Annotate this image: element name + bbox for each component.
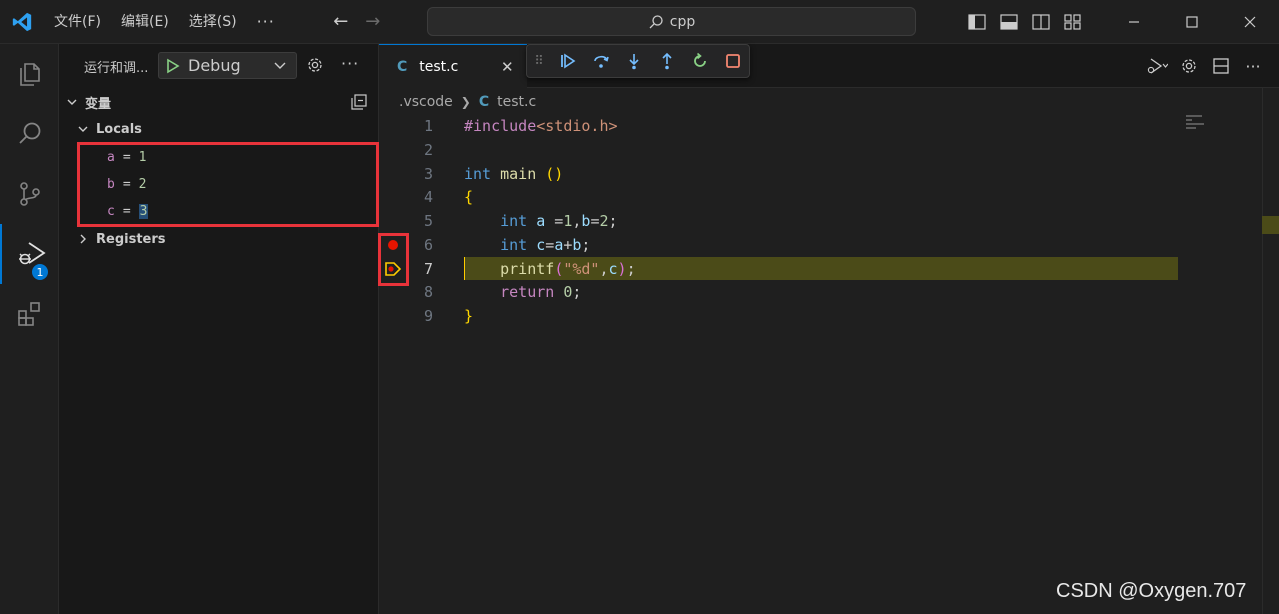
maximize-icon[interactable]: [1163, 0, 1221, 44]
menu-selection[interactable]: 选择(S): [179, 7, 247, 37]
minimap[interactable]: [1186, 115, 1206, 133]
forward-arrow-icon[interactable]: →: [357, 11, 389, 32]
line-number: 8: [423, 282, 433, 301]
menu-more-icon[interactable]: ···: [247, 7, 285, 37]
menu-file[interactable]: 文件(F): [44, 7, 111, 37]
window-close-icon[interactable]: [1221, 0, 1279, 44]
editor-tab-bar: C test.c ✕ ···: [379, 44, 1279, 88]
tab-label: test.c: [419, 58, 459, 75]
debug-badge: 1: [30, 262, 50, 282]
chevron-down-icon: [274, 62, 286, 69]
run-debug-sidebar: 运行和调... Debug ··· 变量 Locals a = 1 b = 2 …: [59, 44, 379, 614]
toggle-secondary-sidebar-icon[interactable]: [1025, 7, 1057, 37]
command-center-search[interactable]: cpp: [427, 7, 916, 36]
menu-edit[interactable]: 编辑(E): [111, 7, 179, 37]
code-line-current: 7 printf("%d",c);: [379, 257, 1179, 281]
registers-scope-row[interactable]: Registers: [59, 228, 379, 250]
toggle-primary-sidebar-icon[interactable]: [961, 7, 993, 37]
stop-icon[interactable]: [716, 46, 749, 76]
step-out-icon[interactable]: [650, 46, 683, 76]
code-line: 5 int a =1,b=2;: [379, 209, 1179, 233]
code-line: 1 #include<stdio.h>: [379, 114, 1179, 138]
search-icon: [649, 14, 663, 28]
c-file-icon: C: [397, 58, 408, 75]
variables-header-label: 变量: [85, 96, 112, 112]
extensions-icon[interactable]: [0, 284, 59, 344]
gear-icon[interactable]: [306, 56, 324, 78]
line-number: 2: [423, 140, 433, 159]
start-debugging-icon[interactable]: [166, 58, 180, 74]
breadcrumb-file[interactable]: test.c: [497, 94, 536, 110]
vscode-logo-icon: [0, 0, 44, 44]
close-icon[interactable]: ✕: [501, 58, 514, 76]
drag-handle-icon[interactable]: ⠿: [527, 54, 551, 69]
activity-bar: 1: [0, 44, 59, 614]
code-line: 9 }: [379, 304, 1179, 328]
restart-icon[interactable]: [683, 46, 716, 76]
sidebar-title: 运行和调...: [84, 60, 149, 76]
breadcrumb: .vscode ❯ C test.c: [399, 92, 536, 112]
code-text: int main (): [464, 164, 564, 183]
chevron-down-icon: [76, 123, 90, 135]
variables-section-header[interactable]: 变量: [59, 91, 379, 113]
locals-scope-row[interactable]: Locals: [59, 118, 379, 140]
scrollbar[interactable]: [1262, 88, 1263, 614]
run-debug-dropdown-icon[interactable]: [1141, 52, 1173, 80]
code-text: #include<stdio.h>: [464, 116, 618, 135]
run-debug-icon[interactable]: 1: [0, 224, 59, 284]
debug-toolbar: ⠿: [526, 44, 750, 78]
step-over-icon[interactable]: [584, 46, 617, 76]
code-line: 2: [379, 138, 1179, 162]
chevron-right-icon: ❯: [460, 95, 471, 109]
tab-test-c[interactable]: C test.c ✕: [379, 44, 527, 88]
locals-label: Locals: [96, 121, 142, 137]
line-number: 9: [423, 306, 433, 325]
more-actions-icon[interactable]: ···: [341, 54, 359, 73]
code-text: {: [464, 187, 474, 206]
chevron-down-icon: [65, 96, 79, 108]
watermark: CSDN @Oxygen.707: [1056, 580, 1247, 602]
collapse-all-icon[interactable]: [351, 94, 367, 114]
annotation-highlight-box: [77, 142, 379, 227]
annotation-highlight-box: [378, 233, 409, 286]
title-bar: 文件(F) 编辑(E) 选择(S) ··· ← → cpp: [0, 0, 1279, 44]
step-into-icon[interactable]: [617, 46, 650, 76]
chevron-right-icon: [76, 233, 90, 245]
line-number: 7: [423, 259, 433, 278]
line-number: 1: [423, 116, 433, 135]
code-line: 3 int main (): [379, 162, 1179, 186]
toggle-panel-icon[interactable]: [993, 7, 1025, 37]
code-editor[interactable]: 1 #include<stdio.h> 2 3 int main () 4 { …: [379, 114, 1179, 614]
c-file-icon: C: [478, 94, 490, 110]
explorer-icon[interactable]: [0, 44, 59, 104]
back-arrow-icon[interactable]: ←: [325, 11, 357, 32]
code-text: int c=a+b;: [500, 235, 591, 254]
debug-config-label: Debug: [188, 56, 241, 75]
search-text: cpp: [669, 13, 696, 30]
split-editor-icon[interactable]: [1205, 52, 1237, 80]
line-number: 3: [423, 164, 433, 183]
minimize-icon[interactable]: [1105, 0, 1163, 44]
gear-icon[interactable]: [1173, 52, 1205, 80]
code-text: }: [464, 306, 474, 325]
continue-icon[interactable]: [551, 46, 584, 76]
search-icon[interactable]: [0, 104, 59, 164]
line-number: 4: [423, 187, 433, 206]
source-control-icon[interactable]: [0, 164, 59, 224]
code-line: 4 {: [379, 185, 1179, 209]
line-number: 6: [423, 235, 433, 254]
minimap-current-line: [1262, 216, 1279, 234]
line-number: 5: [423, 211, 433, 230]
code-line: 6 int c=a+b;: [379, 233, 1179, 257]
registers-label: Registers: [96, 231, 166, 247]
debug-config-select[interactable]: Debug: [158, 52, 297, 79]
code-text: printf("%d",c);: [500, 259, 636, 278]
breadcrumb-folder[interactable]: .vscode: [399, 94, 453, 110]
more-actions-icon[interactable]: ···: [1237, 52, 1269, 80]
customize-layout-icon[interactable]: [1057, 7, 1089, 37]
code-line: 8 return 0;: [379, 280, 1179, 304]
code-text: return 0;: [500, 282, 582, 301]
code-text: int a =1,b=2;: [500, 211, 618, 230]
